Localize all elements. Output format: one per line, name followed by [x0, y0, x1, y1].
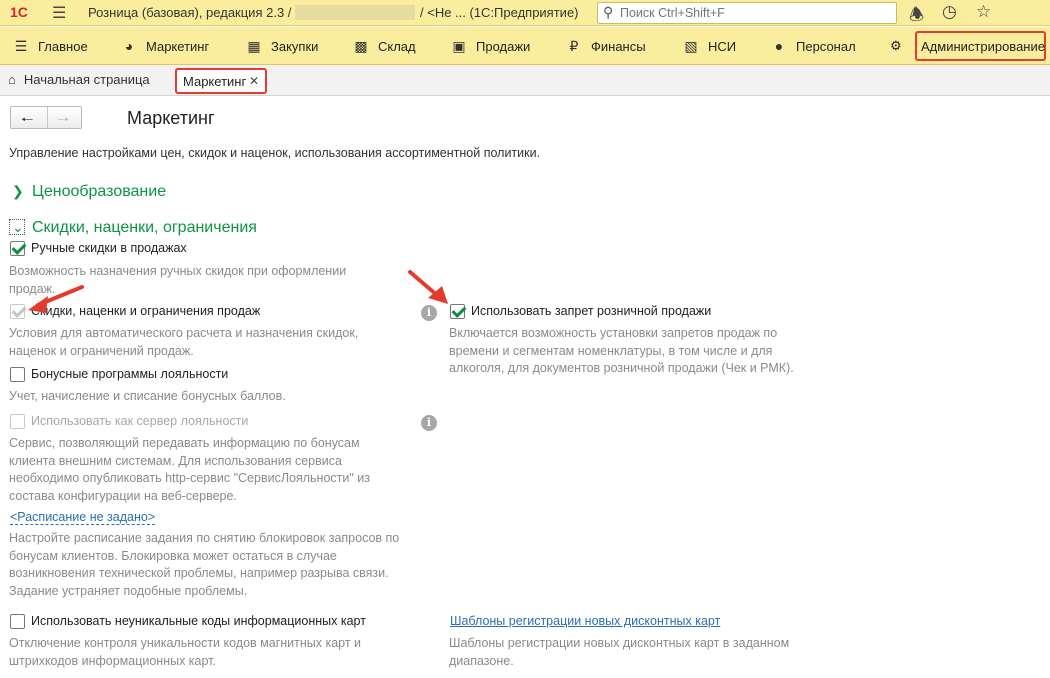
section-finance[interactable]: ₽ Финансы	[565, 38, 646, 55]
window-title-tail: / <Не ... (1С:Предприятие)	[420, 5, 579, 20]
schedule-link[interactable]: <Расписание не задано>	[10, 511, 156, 525]
history-icon[interactable]: ◷	[942, 2, 957, 22]
redacted-area	[295, 5, 415, 20]
chevron-right-icon: ❯	[12, 183, 24, 199]
nonunique-cards-checkbox[interactable]	[10, 614, 25, 629]
annotation-arrow-left	[28, 285, 84, 313]
app-logo: 1С	[10, 4, 28, 20]
nav-divider	[47, 107, 48, 128]
section-sales[interactable]: ▣ Продажи	[450, 38, 530, 55]
window-title: Розница (базовая), редакция 2.3 /	[88, 5, 292, 20]
group-discounts[interactable]: ⌄ Скидки, наценки, ограничения	[12, 219, 257, 237]
loyalty-server-note: Сервис, позволяющий передавать информаци…	[9, 436, 370, 503]
card-templates-link[interactable]: Шаблоны регистрации новых дисконтных кар…	[450, 614, 720, 628]
page-description: Управление настройками цен, скидок и нац…	[9, 146, 541, 160]
annotation-arrow-right	[408, 270, 448, 304]
loyalty-server-label: Использовать как сервер лояльности	[31, 414, 249, 428]
search-icon: ⚲	[603, 4, 614, 20]
group-pricing[interactable]: ❯ Ценообразование	[12, 183, 166, 201]
page-title: Маркетинг	[127, 108, 215, 128]
section-purchases[interactable]: ▦ Закупки	[245, 38, 318, 55]
bonus-programs-checkbox[interactable]	[10, 367, 25, 382]
gear-icon: ⚙	[890, 38, 902, 53]
auto-discounts-checkbox[interactable]	[10, 304, 25, 319]
manual-discounts-checkbox[interactable]	[10, 241, 25, 256]
menu-icon[interactable]: ☰	[52, 3, 66, 23]
retail-ban-label: Использовать запрет розничной продажи	[471, 304, 712, 318]
section-administration[interactable]: Администрирование	[915, 31, 1046, 61]
tab-home[interactable]: ⌂ Начальная страница	[8, 72, 150, 87]
back-arrow-icon[interactable]: 🠐	[21, 109, 33, 133]
info-icon[interactable]: i	[421, 415, 437, 431]
section-marketing[interactable]: ◕ Маркетинг	[120, 38, 209, 54]
pie-icon: ◕	[124, 38, 134, 54]
grid-icon: ▦	[247, 38, 261, 54]
person-icon: ●	[774, 38, 784, 54]
books-icon: ▧	[684, 38, 698, 54]
menu-icon: ☰	[14, 38, 28, 54]
open-tabs-bar: ⌂ Начальная страница Маркетинг ✕	[0, 65, 1050, 96]
manual-discounts-label: Ручные скидки в продажах	[31, 241, 187, 255]
search-input[interactable]	[620, 5, 890, 21]
loyalty-server-checkbox[interactable]	[10, 414, 25, 429]
retail-ban-checkbox[interactable]	[450, 304, 465, 319]
home-icon: ⌂	[8, 72, 16, 87]
schedule-note: Настройте расписание задания по снятию б…	[9, 531, 400, 598]
basket-icon: ▣	[452, 38, 466, 54]
section-personnel[interactable]: ● Персонал	[770, 38, 856, 54]
section-nsi[interactable]: ▧ НСИ	[682, 38, 736, 55]
retail-ban-note: Включается возможность установки запрето…	[449, 326, 794, 375]
warehouse-icon: ▩	[354, 38, 368, 54]
global-search[interactable]: ⚲	[597, 2, 897, 24]
title-bar: 1С ☰ Розница (базовая), редакция 2.3 / /…	[0, 0, 1050, 26]
forward-arrow-icon[interactable]: 🠒	[57, 109, 69, 133]
ruble-icon: ₽	[569, 38, 579, 54]
section-warehouse[interactable]: ▩ Склад	[352, 38, 415, 55]
section-main[interactable]: ☰ Главное	[12, 38, 88, 55]
star-icon[interactable]: ☆	[976, 2, 991, 22]
bonus-programs-note: Учет, начисление и списание бонусных бал…	[9, 389, 286, 403]
chevron-down-icon: ⌄	[12, 219, 24, 235]
nonunique-cards-label: Использовать неуникальные коды информаци…	[31, 614, 366, 628]
nonunique-cards-note: Отключение контроля уникальности кодов м…	[9, 636, 362, 668]
navigation-buttons: 🠐 🠒	[10, 106, 82, 129]
auto-discounts-note: Условия для автоматического расчета и на…	[9, 326, 359, 358]
card-templates-note: Шаблоны регистрации новых дисконтных кар…	[449, 636, 790, 668]
sections-panel: ☰ Главное ◕ Маркетинг ▦ Закупки ▩ Склад ▣ Про…	[0, 27, 1050, 65]
close-icon[interactable]: ✕	[249, 74, 259, 88]
bonus-programs-label: Бонусные программы лояльности	[31, 367, 229, 381]
tab-marketing[interactable]: Маркетинг ✕	[175, 68, 267, 94]
